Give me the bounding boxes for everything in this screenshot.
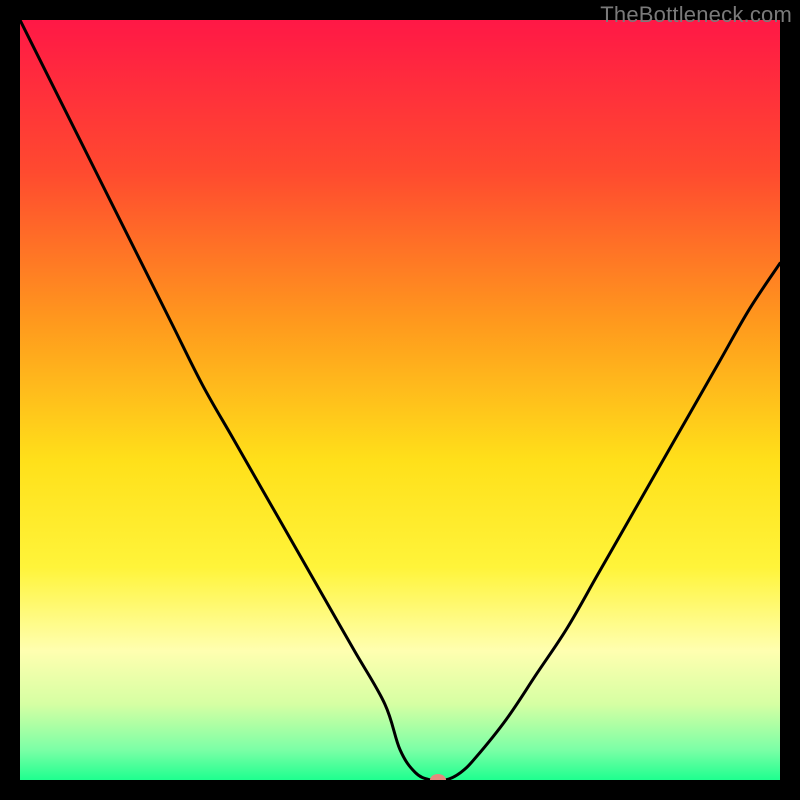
watermark-text: TheBottleneck.com (600, 2, 792, 28)
chart-frame: TheBottleneck.com (0, 0, 800, 800)
chart-svg (20, 20, 780, 780)
plot-area (20, 20, 780, 780)
chart-background (20, 20, 780, 780)
